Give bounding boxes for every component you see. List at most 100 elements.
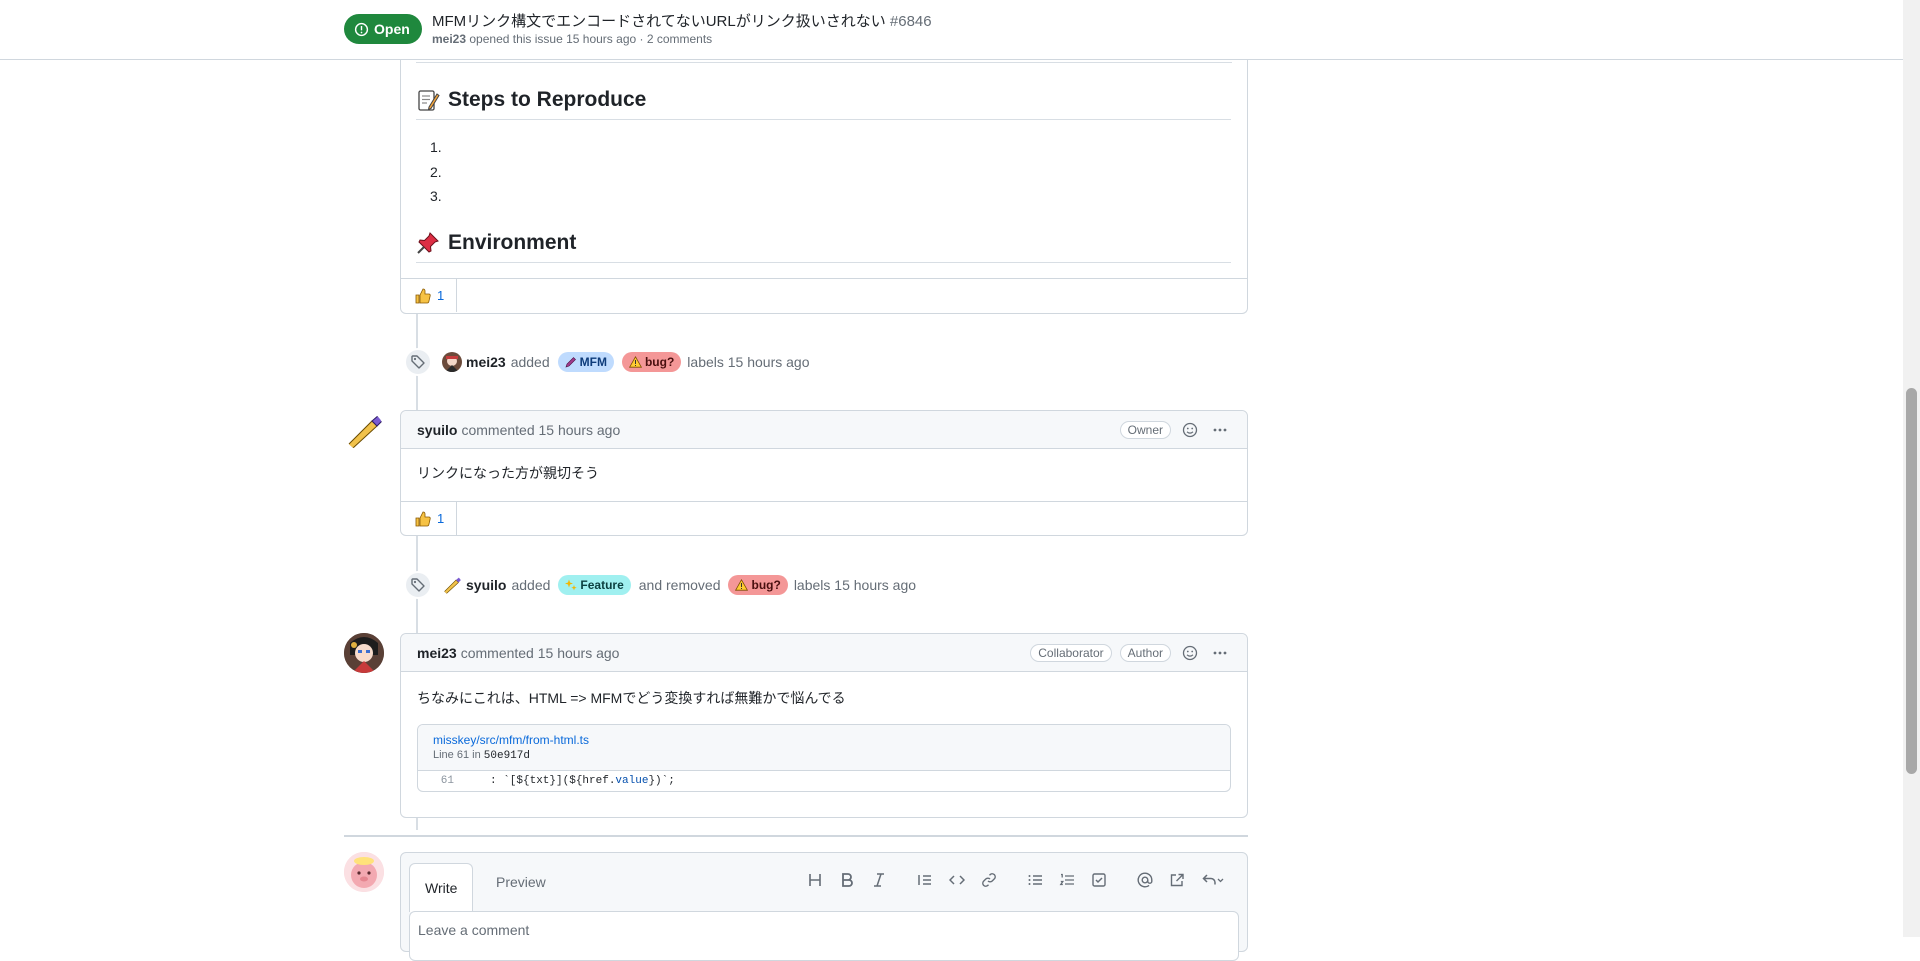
- event-1-verb: added: [510, 354, 550, 370]
- code-snippet-header: misskey/src/mfm/from-html.ts Line 61 in …: [418, 725, 1230, 771]
- code-icon[interactable]: [941, 866, 973, 894]
- task-list-icon[interactable]: [1083, 866, 1115, 894]
- thumbs-up-count: 1: [437, 288, 445, 303]
- issue-meta: mei23 opened this issue 15 hours ago · 2…: [432, 32, 712, 46]
- unordered-list-icon[interactable]: [1019, 866, 1051, 894]
- thumbs-up-reaction-2[interactable]: 1: [415, 502, 458, 535]
- comment-composer: Write Preview Leave a comment: [400, 852, 1248, 961]
- syuilo-avatar-image: [346, 414, 384, 450]
- event-2-actor[interactable]: syuilo: [466, 577, 506, 593]
- syuilo-comment-author[interactable]: syuilo: [417, 422, 457, 438]
- code-snippet-card: misskey/src/mfm/from-html.ts Line 61 in …: [417, 724, 1231, 792]
- label-feature-text: Feature: [580, 578, 624, 592]
- snippet-line-prefix: Line 61 in: [433, 749, 481, 761]
- snippet-line-info: Line 61 in 50e917d: [433, 749, 1215, 762]
- preceding-rule: [416, 62, 1232, 63]
- mei23-comment-header: mei23 commented 15 hours ago Collaborato…: [401, 634, 1247, 672]
- current-user-avatar[interactable]: [344, 852, 384, 892]
- syuilo-avatar[interactable]: [344, 411, 384, 451]
- snippet-code: : `[${txt}](${href.value})`;: [466, 775, 675, 787]
- syuilo-comment-body: リンクになった方が親切そう: [417, 465, 599, 481]
- tab-preview[interactable]: Preview: [481, 863, 561, 901]
- issue-body-reactions: 1: [401, 278, 1247, 312]
- event-1-actor[interactable]: mei23: [466, 354, 506, 370]
- owner-badge: Owner: [1119, 420, 1171, 439]
- pushpin-icon: [417, 232, 439, 254]
- issue-meta-text: opened this issue 15 hours ago · 2 comme…: [469, 32, 713, 46]
- label-mfm-text: MFM: [579, 355, 607, 369]
- label-bug[interactable]: bug?: [621, 352, 682, 372]
- heading-icon[interactable]: [799, 866, 831, 894]
- environment-heading-text: Environment: [448, 231, 577, 254]
- comment-textarea[interactable]: Leave a comment: [409, 911, 1239, 961]
- current-user-avatar-image: [344, 852, 384, 892]
- issue-author-link[interactable]: mei23: [432, 32, 466, 46]
- link-icon[interactable]: [973, 866, 1005, 894]
- tag-icon: [404, 571, 432, 599]
- issue-body-comment: [400, 40, 1248, 314]
- issue-number: #6846: [889, 13, 932, 30]
- mention-icon[interactable]: [1129, 866, 1161, 894]
- steps-item-1: 1.: [430, 139, 442, 155]
- tab-write[interactable]: Write: [409, 863, 474, 912]
- mei23-comment-meta[interactable]: commented 15 hours ago: [461, 645, 620, 661]
- syuilo-comment-meta[interactable]: commented 15 hours ago: [461, 422, 620, 438]
- snippet-commit-link[interactable]: 50e917d: [484, 750, 530, 762]
- saved-replies-icon[interactable]: [1193, 866, 1233, 894]
- syuilo-comment: syuilo commented 15 hours ago Owner リンクに…: [400, 410, 1248, 536]
- syuilo-mini-avatar[interactable]: [442, 575, 462, 595]
- steps-heading-text: Steps to Reproduce: [448, 88, 647, 111]
- snippet-code-line: 61 : `[${txt}](${href.value})`;: [418, 771, 1230, 791]
- syuilo-comment-header: syuilo commented 15 hours ago Owner: [401, 411, 1247, 449]
- warning-icon: [628, 356, 642, 368]
- steps-heading: Steps to Reproduce: [416, 88, 646, 112]
- tag-icon: [404, 348, 432, 376]
- snippet-code-after: })`;: [648, 775, 675, 787]
- warning-icon: [735, 579, 749, 591]
- issue-state-badge: Open: [344, 14, 422, 44]
- environment-heading-rule: [416, 262, 1231, 263]
- label-bug-removed[interactable]: bug?: [728, 575, 788, 595]
- thumbs-up-icon: [415, 511, 431, 526]
- pen-icon: [565, 357, 576, 368]
- quote-icon[interactable]: [909, 866, 941, 894]
- add-reaction-icon[interactable]: [1179, 419, 1201, 441]
- syuilo-comment-reactions: 1: [401, 501, 1247, 535]
- more-options-icon[interactable]: [1209, 419, 1231, 441]
- steps-item-3: 3.: [430, 188, 442, 204]
- steps-heading-rule: [416, 119, 1231, 120]
- mei23-comment-author[interactable]: mei23: [417, 645, 457, 661]
- snippet-code-before: : `[${txt}](${href.: [490, 775, 616, 787]
- label-event-2: syuilo added Feature and removed bug? la…: [404, 571, 916, 599]
- issue-title[interactable]: MFMリンク構文でエンコードされてないURLがリンク扱いされない #6846: [432, 10, 932, 31]
- mei23-comment-body: ちなみにこれは、HTML => MFMでどう変換すれば無難かで悩んでる miss…: [401, 672, 1247, 806]
- environment-heading: Environment: [416, 231, 576, 255]
- event-1-suffix: labels 15 hours ago: [687, 354, 810, 370]
- ordered-list-icon[interactable]: [1051, 866, 1083, 894]
- mei23-avatar-image: [344, 633, 384, 673]
- sparkles-icon: [565, 579, 578, 591]
- steps-item-2: 2.: [430, 164, 442, 180]
- more-options-icon[interactable]: [1209, 642, 1231, 664]
- label-event-1: mei23 added MFM bug? labels 15 hours ago: [404, 348, 810, 376]
- collaborator-badge: Collaborator: [1030, 643, 1112, 662]
- mei23-comment: mei23 commented 15 hours ago Collaborato…: [400, 633, 1248, 818]
- issue-open-icon: [354, 22, 369, 36]
- issue-title-text[interactable]: MFMリンク構文でエンコードされてないURLがリンク扱いされない: [432, 13, 886, 30]
- memo-icon: [418, 90, 440, 111]
- label-mfm[interactable]: MFM: [557, 352, 614, 372]
- italic-icon[interactable]: [863, 866, 895, 894]
- thumbs-up-reaction[interactable]: 1: [415, 279, 458, 312]
- event-2-verb: added: [511, 577, 551, 593]
- cross-reference-icon[interactable]: [1161, 866, 1193, 894]
- label-feature[interactable]: Feature: [558, 575, 631, 595]
- bold-icon[interactable]: [831, 866, 863, 894]
- snippet-code-token: value: [615, 775, 649, 787]
- mei23-mini-avatar[interactable]: [442, 352, 462, 372]
- label-bug-text: bug?: [644, 355, 675, 369]
- snippet-file-link[interactable]: misskey/src/mfm/from-html.ts: [433, 733, 1215, 747]
- add-reaction-icon[interactable]: [1179, 642, 1201, 664]
- mei23-avatar[interactable]: [344, 633, 384, 673]
- event-2-middle: and removed: [638, 577, 721, 593]
- page-scrollbar-thumb[interactable]: [1906, 388, 1917, 774]
